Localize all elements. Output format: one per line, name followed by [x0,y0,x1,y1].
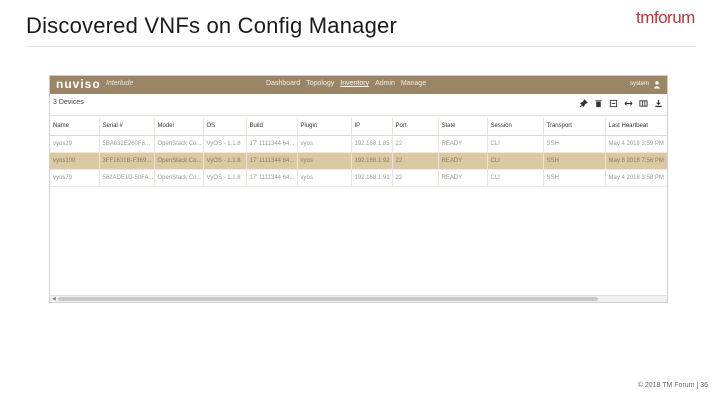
cell-build: 17' 1111344 64... [246,169,298,187]
nuviso-app-window: nuviso Interlude Dashboard Topology Inve… [49,75,668,303]
column-header-name[interactable]: Name [50,118,100,136]
user-icon[interactable] [653,80,661,89]
main-nav: Dashboard Topology Inventory Admin Manag… [266,80,426,87]
cell-name: vyos29 [50,135,100,153]
cell-ip: 192.168.1.85 [351,135,393,153]
trash-icon[interactable] [594,99,603,108]
column-header-transport[interactable]: Transport [543,118,606,136]
slide-footer: © 2018 TM Forum | 36 [637,382,708,389]
cell-name: vyos100 [50,152,100,170]
nav-inventory[interactable]: Inventory [340,80,369,87]
cell-os: VyOS - 1.1.8 [203,135,247,153]
cell-session: CLI [487,135,544,153]
column-header-build[interactable]: Build [246,118,298,136]
cell-name: vyos79 [50,169,100,187]
cell-last-heartbeat: May 4 2018 3:59 PM [605,135,667,153]
cell-state: READY [438,152,488,170]
cell-port: 22 [392,135,439,153]
columns-icon[interactable] [639,99,648,108]
slide-title: Discovered VNFs on Config Manager [26,13,397,38]
devices-table: Name Serial # Model OS Build Plugin IP P… [50,118,667,187]
horizontal-scrollbar[interactable]: ◀ [50,295,667,302]
cell-ip: 192.168.1.91 [351,169,393,187]
cell-port: 22 [392,152,439,170]
cell-model: OpenStack Co... [154,152,204,170]
cell-build: 17' 1111344 64... [246,135,298,153]
cell-plugin: vyos [297,152,352,170]
tmforum-logo: tmforum [636,8,695,27]
column-header-state[interactable]: State [438,118,488,136]
expand-icon[interactable] [624,99,633,108]
cell-state: READY [438,169,488,187]
cell-serial: 3FF1631B-F369... [99,152,155,170]
cell-transport: SSH [543,135,606,153]
download-icon[interactable] [654,99,663,108]
cell-transport: SSH [543,152,606,170]
pin-icon[interactable] [579,99,588,108]
cell-build: 17' 1111344 64... [246,152,298,170]
nav-manage[interactable]: Manage [401,80,426,87]
brand-logo: nuviso [56,77,101,91]
column-header-os[interactable]: OS [203,118,247,136]
cell-last-heartbeat: May 8 2018 7:56 PM [605,152,667,170]
nav-admin[interactable]: Admin [375,80,395,87]
scrollbar-thumb[interactable] [58,297,598,301]
column-header-model[interactable]: Model [154,118,204,136]
export-icon[interactable] [609,99,618,108]
brand-subtitle: Interlude [106,80,134,87]
cell-plugin: vyos [297,135,352,153]
table-row-selected[interactable]: vyos100 3FF1631B-F369... OpenStack Co...… [50,152,667,170]
app-topbar: nuviso Interlude Dashboard Topology Inve… [50,76,667,94]
cell-model: OpenStack Co... [154,135,204,153]
user-name[interactable]: system [630,81,649,87]
column-header-last-heartbeat[interactable]: Last Heartbeat [605,118,667,136]
column-header-port[interactable]: Port [392,118,439,136]
cell-os: VyOS - 1.1.8 [203,152,247,170]
cell-model: OpenStack Co... [154,169,204,187]
table-header-row: Name Serial # Model OS Build Plugin IP P… [50,118,667,136]
cell-os: VyOS - 1.1.8 [203,169,247,187]
nav-dashboard[interactable]: Dashboard [266,80,300,87]
column-header-plugin[interactable]: Plugin [297,118,352,136]
table-row[interactable]: vyos29 5BA632E260F8... OpenStack Co... V… [50,135,667,153]
cell-last-heartbeat: May 4 2018 3:58 PM [605,169,667,187]
column-header-session[interactable]: Session [487,118,544,136]
column-header-serial[interactable]: Serial # [99,118,155,136]
cell-transport: SSH [543,169,606,187]
table-row[interactable]: vyos79 562ADE1D-50FA... OpenStack Co... … [50,169,667,187]
scroll-left-icon[interactable]: ◀ [52,296,56,302]
device-count: 3 Devices [53,99,84,106]
nav-topology[interactable]: Topology [306,80,334,87]
cell-state: READY [438,135,488,153]
cell-serial: 5BA632E260F8... [99,135,155,153]
cell-plugin: vyos [297,169,352,187]
cell-session: CLI [487,152,544,170]
cell-port: 22 [392,169,439,187]
title-divider [26,46,696,47]
inventory-toolbar: 3 Devices [50,94,667,116]
cell-ip: 192.168.1.92 [351,152,393,170]
toolbar-actions [579,99,663,108]
cell-session: CLI [487,169,544,187]
cell-serial: 562ADE1D-50FA... [99,169,155,187]
column-header-ip[interactable]: IP [351,118,393,136]
